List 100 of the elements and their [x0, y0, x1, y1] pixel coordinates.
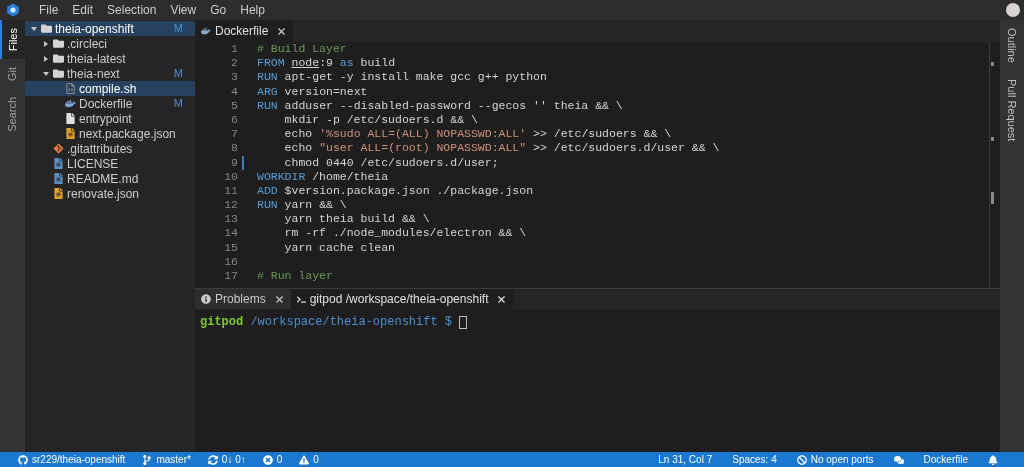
bell-icon[interactable] [988, 454, 998, 465]
folder-icon [53, 53, 64, 64]
code-line: RUN adduser --disabled-password --gecos '' theia && \ [257, 98, 623, 113]
file-name: theia-latest [67, 50, 126, 68]
line-number: 1 [230, 42, 239, 57]
code-line: RUN apt-get -y install make gcc g++ python [257, 70, 547, 85]
status-item[interactable]: Ln 31, Col 7 [658, 452, 713, 467]
code-line: echo '%sudo ALL=(ALL) NOPASSWD:ALL' >> /etc/sudoers && \ [283, 127, 672, 142]
whale-icon [65, 98, 76, 109]
scrollbar[interactable] [989, 42, 995, 288]
tree-item[interactable]: renovate.json [25, 186, 195, 201]
close-icon[interactable] [496, 293, 508, 305]
code-line: FROM node:9 as build [257, 56, 396, 71]
file-icon [65, 128, 76, 139]
warning-icon [299, 454, 310, 465]
line-number: 17 [223, 269, 239, 284]
folder-icon [53, 68, 64, 79]
file-name: renovate.json [67, 185, 140, 203]
caret-down-icon[interactable] [31, 25, 37, 32]
status-item[interactable]: Dockerfile [923, 452, 968, 467]
code-line: RUN yarn && \ [257, 198, 347, 213]
menu-item[interactable]: File [32, 1, 66, 19]
line-number: 11 [223, 183, 239, 199]
side-tab[interactable]: Files [0, 20, 25, 60]
menu-item[interactable]: Help [233, 1, 272, 19]
tree-item[interactable]: next.package.json [25, 126, 195, 141]
sync-icon [207, 454, 218, 465]
line-number: 6 [230, 112, 239, 128]
line-number: 9 [230, 155, 239, 170]
file-name: entrypoint [79, 110, 132, 128]
tree-item[interactable]: compile.sh [25, 81, 195, 96]
close-icon[interactable] [273, 293, 285, 305]
file-name: Dockerfile [79, 96, 133, 113]
branch-icon [142, 454, 153, 465]
status-item[interactable]: 0↓ 0↑ [207, 452, 246, 467]
line-number: 5 [230, 98, 239, 113]
folder-icon [53, 38, 64, 49]
modified-label: M [173, 66, 183, 82]
terminal-prompt: gitpod /workspace/theia-openshift $ [200, 314, 453, 331]
line-number: 12 [223, 198, 239, 213]
tab-label: gitpod /workspace/theia-openshift [309, 291, 489, 308]
side-tab[interactable]: Search [0, 89, 25, 141]
tree-item[interactable]: theia-latest [25, 51, 195, 66]
caret-down-icon[interactable] [43, 70, 49, 77]
file-code-icon [65, 83, 76, 94]
info-icon [201, 294, 211, 304]
code-line: echo "user ALL=(root) NOPASSWD:ALL" >> /etc/sudoers.d/user && \ [283, 141, 720, 156]
code-line: # Run layer [257, 269, 333, 284]
close-icon[interactable] [276, 25, 288, 37]
code-line: WORKDIR /home/theia [257, 169, 389, 184]
logo-icon [6, 3, 20, 17]
line-number: 7 [230, 127, 239, 142]
side-tab[interactable]: Pull Request [1003, 78, 1021, 142]
status-item[interactable]: sr229/theia-openshift [18, 452, 126, 467]
terminal-icon [296, 294, 306, 304]
panel-tab[interactable]: Problems [195, 289, 291, 309]
tree-item[interactable]: .gitattributes [25, 141, 195, 156]
file-name: next.package.json [79, 126, 176, 143]
status-item[interactable]: 0 [262, 452, 283, 467]
tree-item[interactable]: .circleci [25, 36, 195, 51]
github-icon [18, 454, 28, 465]
error-icon [262, 454, 273, 465]
modified-label: M [173, 96, 183, 112]
menu-item[interactable]: View [163, 1, 204, 19]
status-item[interactable]: master* [142, 452, 191, 467]
code-line: rm -rf ./node_modules/electron && \ [283, 226, 527, 241]
chat-icon[interactable] [893, 454, 904, 465]
document-icon [53, 173, 64, 184]
tree-item[interactable]: theia-openshift M [25, 21, 195, 36]
menu-item[interactable]: Edit [65, 1, 101, 19]
tree-item[interactable]: LICENSE [25, 156, 195, 171]
file-name: theia-next [67, 65, 120, 83]
tree-item[interactable]: README.md [25, 171, 195, 186]
tree-item[interactable]: entrypoint [25, 111, 195, 126]
panel-tab[interactable]: gitpod /workspace/theia-openshift [290, 289, 514, 309]
side-tab[interactable]: Outline [1003, 28, 1021, 63]
code-line: # Build Layer [257, 42, 347, 57]
line-number: 4 [230, 84, 239, 99]
file-name: compile.sh [79, 80, 137, 98]
line-number: 14 [223, 226, 239, 241]
caret-right-icon[interactable] [43, 55, 49, 62]
code-line: mkdir -p /etc/sudoers.d && \ [283, 112, 478, 128]
status-item[interactable]: Spaces: 4 [732, 452, 777, 467]
ban-icon [796, 454, 807, 465]
editor-tab[interactable]: Dockerfile [195, 20, 294, 42]
tab-label: Problems [215, 291, 266, 308]
code-line: ADD $version.package.json ./package.json [257, 183, 534, 199]
avatar[interactable] [1006, 3, 1020, 17]
code-line: ARG version=next [257, 84, 368, 99]
code-line: chmod 0440 /etc/sudoers.d/user; [283, 155, 499, 170]
caret-right-icon[interactable] [43, 40, 49, 47]
tree-item[interactable]: Dockerfile M [25, 96, 195, 111]
menu-item[interactable]: Selection [100, 1, 164, 19]
status-item[interactable]: No open ports [796, 452, 874, 467]
line-number: 16 [223, 254, 239, 269]
line-number: 15 [223, 240, 239, 255]
menu-item[interactable]: Go [203, 1, 234, 19]
tree-item[interactable]: theia-next M [25, 66, 195, 81]
status-item[interactable]: 0 [299, 452, 319, 467]
side-tab[interactable]: Git [0, 59, 25, 90]
